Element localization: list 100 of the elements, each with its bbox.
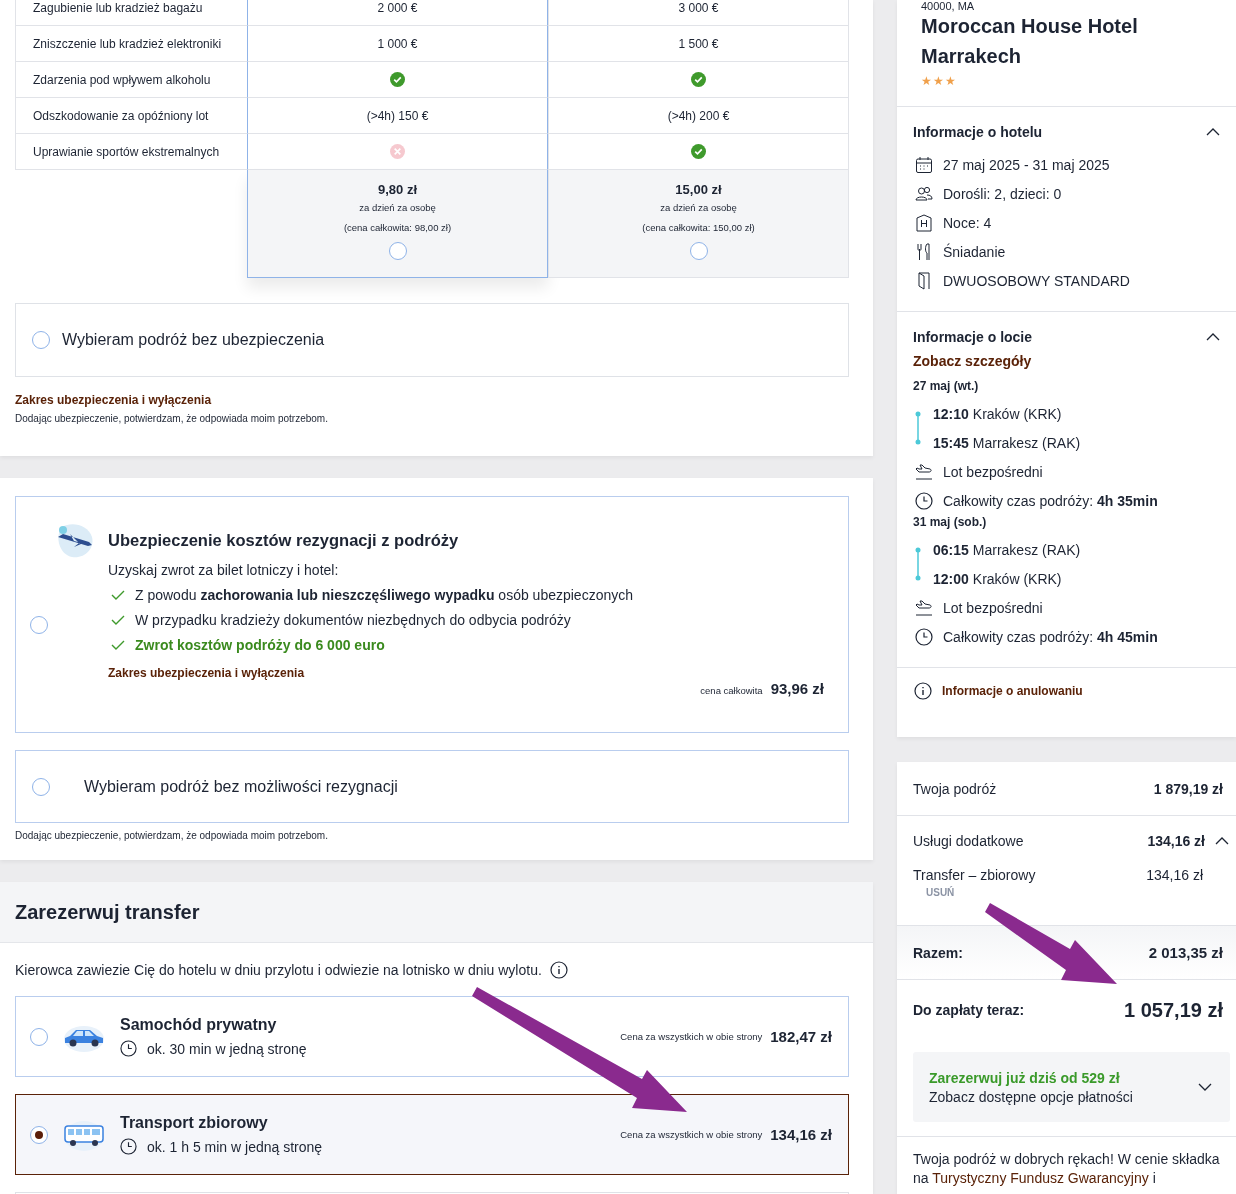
table-cell: 2 000 € — [247, 0, 548, 26]
table-cell: (>4h) 150 € — [247, 98, 548, 134]
flight-date: 27 maj (wt.) — [913, 379, 980, 395]
cancellation-info-link[interactable]: Informacje o anulowaniu — [942, 684, 1083, 698]
table-cell: 1 000 € — [247, 26, 548, 62]
table-cell: Uprawianie sportów ekstremalnych — [15, 134, 247, 170]
calendar-icon — [915, 155, 933, 174]
airplane-icon — [915, 463, 933, 480]
hotel-icon — [915, 213, 933, 232]
total-value: 2 013,35 zł — [1148, 944, 1223, 961]
table-cell: 1 500 € — [548, 26, 849, 62]
hotel-detail: Śniadanie — [943, 243, 1006, 260]
chevron-icon[interactable] — [1215, 837, 1229, 845]
price-label: Cena za wszystkich w obie strony — [620, 1031, 763, 1042]
table-cell: (>4h) 200 € — [548, 98, 849, 134]
consent-note: Dodając ubezpieczenie, potwierdzam, że odpowiada moim potrzebom. — [15, 830, 329, 841]
radio-button[interactable] — [388, 242, 407, 260]
flight-departure: 06:15 Marrakesz (RAK) — [933, 540, 1081, 560]
option-title: Ubezpieczenie kosztów rezygnacji z podróży — [108, 531, 460, 550]
feature-text: Z powodu zachorowania lub nieszczęśliwego wypadku osób ubezpieczonych — [135, 587, 633, 603]
cross-icon — [390, 144, 405, 159]
hotel-detail: Noce: 4 — [943, 214, 992, 231]
clock-icon — [120, 1138, 137, 1155]
radio-button[interactable] — [32, 777, 50, 796]
promo-title: Zarezerwuj już dziś od 529 zł — [929, 1069, 1121, 1086]
feature-text: W przypadku kradzieży dokumentów niezbędnych do odbycia podróży — [135, 612, 571, 628]
cutlery-icon — [915, 242, 933, 261]
price: 182,47 zł — [770, 1028, 832, 1045]
hotel-detail: Dorośli: 2, dzieci: 0 — [943, 185, 1062, 202]
summary-value: 134,16 zł — [1147, 833, 1205, 849]
price-label: Cena za wszystkich w obie strony — [620, 1129, 763, 1140]
plan-price-note: za dzień za osobę — [660, 201, 737, 215]
info-icon[interactable] — [549, 961, 568, 979]
radio-button[interactable] — [30, 1027, 48, 1046]
door-icon — [915, 271, 933, 290]
transfer-name: Transport zbiorowy — [120, 1114, 269, 1132]
check-icon — [691, 72, 706, 87]
check-icon — [691, 144, 706, 159]
terms-link[interactable]: Zakres ubezpieczenia i wyłączenia — [15, 393, 849, 407]
hotel-address: 40000, MA — [921, 0, 976, 13]
transfer-duration: ok. 30 min w jedną stronę — [147, 1040, 307, 1057]
table-cell: Zagubienie lub kradzież bagażu — [15, 0, 247, 26]
clock-icon — [120, 1040, 137, 1057]
clock-icon — [915, 627, 933, 646]
flight-type: Lot bezpośredni — [943, 599, 1043, 616]
transfer-description: Kierowca zawiezie Cię do hotelu w dniu przylotu i odwiezie na lotnisko w dniu wylotu. — [15, 962, 542, 978]
flight-date: 31 maj (sob.) — [913, 515, 988, 531]
details-link[interactable]: Zobacz szczegóły — [913, 353, 1220, 369]
radio-button[interactable] — [30, 616, 48, 634]
star-icon: ★ — [921, 75, 932, 87]
plan-price-note: za dzień za osobę — [359, 201, 436, 215]
star-icon: ★ — [933, 75, 944, 87]
transfer-duration: ok. 1 h 5 min w jedną stronę — [147, 1138, 323, 1155]
extra-price: 134,16 zł — [1146, 867, 1203, 883]
consent-note: Dodając ubezpieczenie, potwierdzam, że odpowiada moim potrzebom. — [15, 413, 329, 424]
pay-now-value: 1 057,19 zł — [1124, 998, 1223, 1022]
option-card[interactable]: Wybieram podróż bez ubezpieczenia — [15, 303, 849, 377]
hotel-detail: DWUOSOBOWY STANDARD — [943, 272, 1130, 289]
plan-total: (cena całkowita: 150,00 zł) — [642, 221, 755, 235]
chevron-icon[interactable] — [1206, 333, 1220, 341]
flight-departure: 12:10 Kraków (KRK) — [933, 404, 1063, 424]
transfer-option[interactable]: Transport zbiorowy ok. 1 h 5 min w jedną stronę Cena za wszystkich w obie strony 134,16 zł — [15, 1094, 849, 1175]
hotel-name: Moroccan House Hotel Marrakech — [921, 14, 1139, 69]
flight-duration: Całkowity czas podróży: 4h 45min — [943, 628, 1158, 645]
clock-icon — [915, 491, 933, 510]
pay-now-label: Do zapłaty teraz: — [913, 1002, 1025, 1018]
airplane-icon — [915, 599, 933, 616]
radio-button[interactable] — [32, 331, 50, 349]
feature-text: Zwrot kosztów podróży do 6 000 euro — [135, 637, 385, 653]
table-cell: Zdarzenia pod wpływem alkoholu — [15, 62, 247, 98]
summary-label: Twoja podróż — [913, 780, 997, 797]
price: 93,96 zł — [770, 680, 824, 697]
check-icon — [111, 640, 125, 650]
radio-button[interactable] — [689, 242, 708, 260]
hotel-detail: 27 maj 2025 - 31 maj 2025 — [943, 156, 1110, 173]
flight-arrival: 12:00 Kraków (KRK) — [933, 569, 1063, 589]
section-title: Zarezerwuj transfer — [15, 900, 200, 924]
transfer-name: Samochód prywatny — [120, 1016, 278, 1034]
promo-subtitle: Zobacz dostępne opcje płatności — [929, 1088, 1133, 1105]
price-label: cena całkowita — [700, 685, 763, 696]
info-icon — [914, 682, 932, 700]
section-title: Informacje o hotelu — [913, 124, 1043, 140]
option-label: Wybieram podróż bez możliwości rezygnacji — [84, 777, 398, 796]
flight-arrival: 15:45 Marrakesz (RAK) — [933, 433, 1081, 453]
option-card[interactable]: Wybieram podróż bez możliwości rezygnacji — [15, 750, 849, 823]
radio-button[interactable] — [30, 1125, 48, 1144]
price: 134,16 zł — [770, 1126, 832, 1143]
check-icon — [111, 590, 125, 600]
flight-duration: Całkowity czas podróży: 4h 35min — [943, 492, 1158, 509]
terms-link[interactable]: Zakres ubezpieczenia i wyłączenia — [108, 666, 824, 680]
payment-options-panel[interactable]: Zarezerwuj już dziś od 529 zł Zobacz dostępne opcje płatności — [913, 1052, 1230, 1122]
summary-value: 1 879,19 zł — [1153, 780, 1223, 797]
chevron-icon[interactable] — [1206, 128, 1220, 136]
flight-type: Lot bezpośredni — [943, 463, 1043, 480]
summary-label: Usługi dodatkowe — [913, 833, 1024, 849]
total-label: Razem: — [913, 944, 963, 961]
table-cell: Zniszczenie lub kradzież elektroniki — [15, 26, 247, 62]
check-icon — [111, 615, 125, 625]
option-card[interactable] — [15, 496, 849, 733]
timeline-icon — [915, 411, 921, 445]
